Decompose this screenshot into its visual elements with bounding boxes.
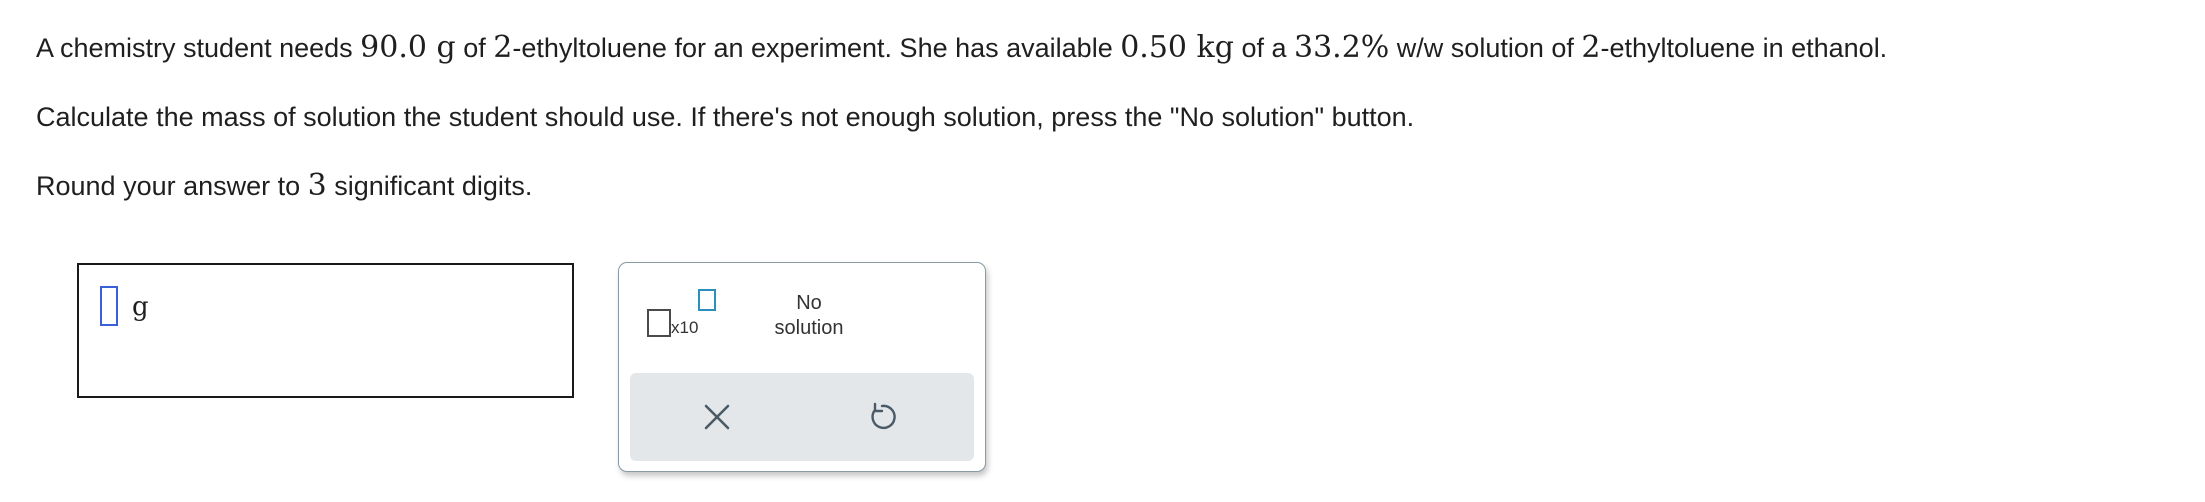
text: of a (1233, 33, 1294, 63)
answer-tools-panel: x10 No solution (618, 262, 986, 472)
text: -ethyltoluene for an experiment. She has… (512, 33, 1121, 63)
math-value: 2 (1581, 30, 1601, 65)
no-solution-label-line2: solution (774, 317, 844, 339)
x10-label: x10 (671, 318, 699, 337)
text: A chemistry student needs (36, 33, 361, 63)
math-value: 90.0 g (360, 30, 456, 65)
no-solution-button[interactable]: No solution (749, 291, 869, 341)
text: w/w solution of (1389, 33, 1582, 63)
action-bar (630, 373, 974, 461)
answer-input-area[interactable]: g (77, 263, 574, 398)
scientific-notation-button[interactable]: x10 (647, 289, 721, 341)
problem-line-2: Calculate the mass of solution the stude… (36, 102, 1415, 132)
clear-button[interactable] (689, 391, 745, 443)
problem-line-1: A chemistry student needs 90.0 g of 2-et… (36, 28, 2186, 68)
answer-input-slot[interactable] (100, 286, 118, 326)
math-value: 3 (307, 168, 327, 203)
text: of (455, 33, 494, 63)
math-value: 33.2% (1293, 30, 1390, 65)
undo-icon (871, 402, 896, 430)
unit-label: g (132, 292, 149, 322)
problem-statement: A chemistry student needs 90.0 g of 2-et… (36, 28, 2186, 206)
math-value: 2 (493, 30, 513, 65)
text: Round your answer to (36, 171, 308, 201)
exponent-placeholder-icon (698, 289, 716, 311)
x-icon (704, 404, 730, 430)
math-value: 0.50 kg (1120, 30, 1234, 65)
problem-line-3: Round your answer to 3 significant digit… (36, 166, 2186, 206)
text: significant digits. (326, 171, 533, 201)
text: -ethyltoluene in ethanol. (1600, 33, 1888, 63)
undo-button[interactable] (854, 391, 910, 443)
base-placeholder-icon (647, 309, 671, 337)
no-solution-label-line1: No (796, 292, 822, 314)
